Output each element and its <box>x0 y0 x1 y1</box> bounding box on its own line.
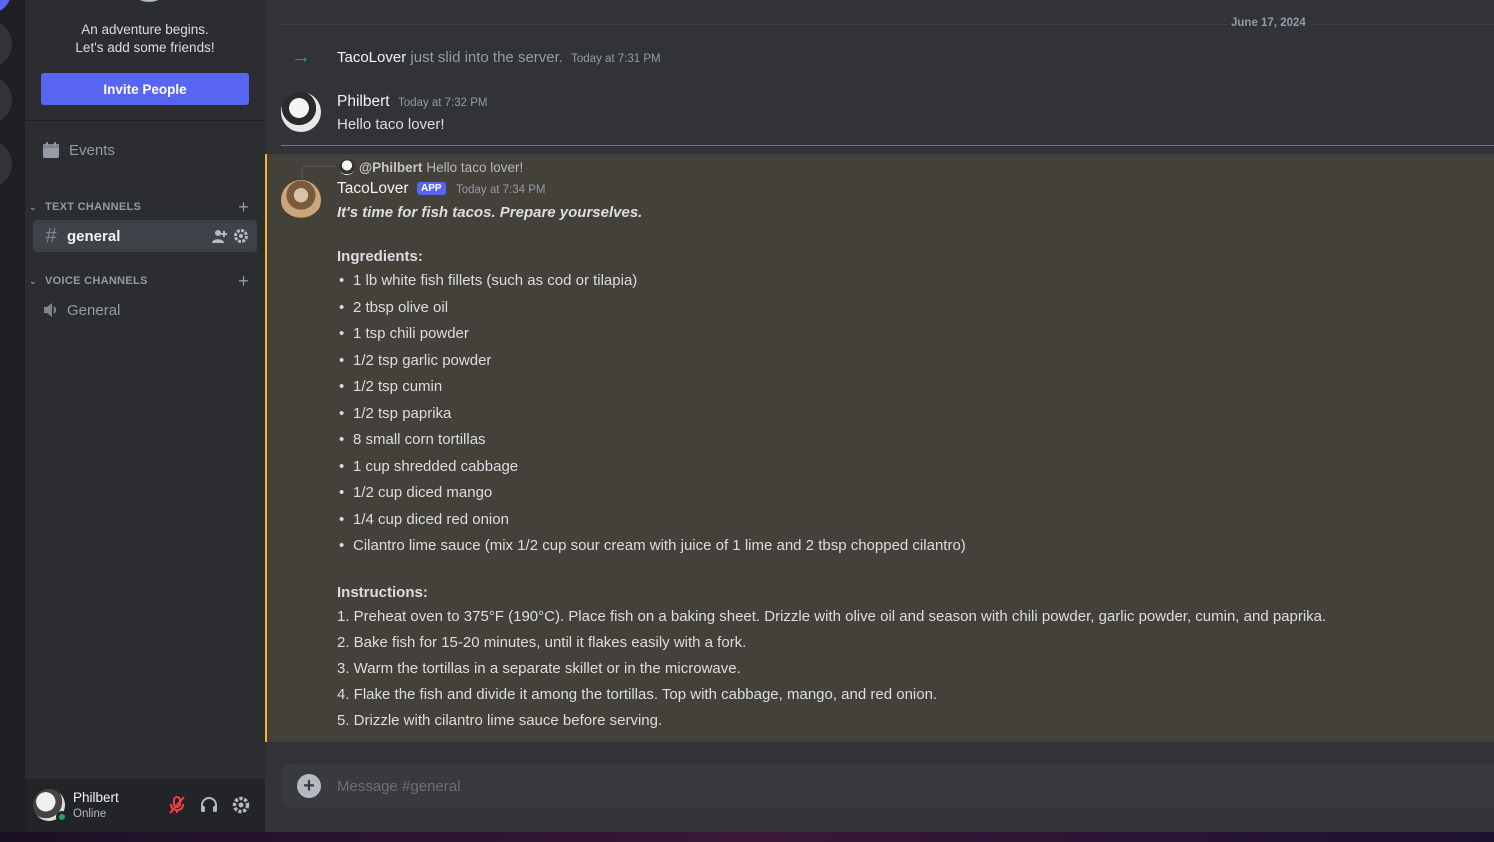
reply-preview[interactable]: @Philbert Hello taco lover! <box>339 158 523 176</box>
chat-area: June 17, 2024 → TacoLover just slid into… <box>265 0 1494 832</box>
chevron-down-icon: ⌄ <box>29 201 37 212</box>
avatar[interactable] <box>281 92 321 132</box>
server-icon[interactable] <box>0 20 12 68</box>
invite-people-button[interactable]: Invite People <box>41 73 249 105</box>
instructions-list: 1. Preheat oven to 375°F (190°C). Place … <box>337 604 1477 734</box>
user-name: Philbert <box>73 790 119 805</box>
user-panel: Philbert Online <box>25 779 265 832</box>
message-intro: It's time for fish tacos. Prepare yourse… <box>337 204 643 221</box>
category-label: TEXT CHANNELS <box>45 201 142 213</box>
message-content: It's time for fish tacos. Prepare yourse… <box>337 202 1477 734</box>
list-item: 1/2 tsp paprika <box>337 401 1477 428</box>
ingredients-heading: Ingredients: <box>337 248 423 265</box>
join-username[interactable]: TacoLover <box>337 49 406 66</box>
message-timestamp: Today at 7:32 PM <box>398 97 488 109</box>
category-text-channels[interactable]: ⌄ TEXT CHANNELS + <box>25 197 265 217</box>
join-message: → TacoLover just slid into the server. T… <box>265 46 1494 70</box>
message-author[interactable]: Philbert <box>337 93 390 110</box>
list-item: 4. Flake the fish and divide it among th… <box>337 685 938 703</box>
add-channel-icon[interactable]: + <box>238 271 249 292</box>
chevron-down-icon: ⌄ <box>29 275 37 286</box>
welcome-line-1: An adventure begins. <box>81 22 209 37</box>
date-divider <box>281 24 1494 25</box>
list-item: 5. Drizzle with cilantro lime sauce befo… <box>337 711 663 729</box>
list-item: 1/4 cup diced red onion <box>337 507 1477 534</box>
arrow-right-icon: → <box>291 46 311 68</box>
online-status-dot <box>56 811 68 823</box>
gear-icon <box>232 796 250 814</box>
list-item: 2. Bake fish for 15-20 minutes, until it… <box>337 633 747 651</box>
new-messages-divider <box>281 145 1494 146</box>
message-input[interactable] <box>337 777 1437 795</box>
user-status: Online <box>73 808 107 820</box>
list-item: Cilantro lime sauce (mix 1/2 cup sour cr… <box>337 533 1477 560</box>
mute-button[interactable] <box>164 792 190 818</box>
speaker-icon <box>44 303 56 317</box>
user-settings-button[interactable] <box>228 792 254 818</box>
add-channel-icon[interactable]: + <box>238 197 249 218</box>
message-tacolover: @Philbert Hello taco lover! TacoLover AP… <box>265 154 1494 742</box>
list-item: 1 lb white fish fillets (such as cod or … <box>337 268 1477 295</box>
events-label: Events <box>69 141 115 159</box>
welcome-text: An adventure begins. Let's add some frie… <box>25 21 265 57</box>
welcome-illustration <box>127 0 171 2</box>
avatar[interactable] <box>281 180 321 220</box>
list-item: 3. Warm the tortillas in a separate skil… <box>337 659 741 677</box>
list-item: 1/2 tsp garlic powder <box>337 348 1477 375</box>
list-item: 1/2 cup diced mango <box>337 480 1477 507</box>
hashtag-icon: # <box>45 224 57 247</box>
instructions-heading: Instructions: <box>337 583 428 601</box>
deafen-button[interactable] <box>196 792 222 818</box>
category-voice-channels[interactable]: ⌄ VOICE CHANNELS + <box>25 271 265 291</box>
reply-connector <box>301 165 335 179</box>
calendar-icon <box>43 142 59 158</box>
category-label: VOICE CHANNELS <box>45 275 148 287</box>
ingredients-list: 1 lb white fish fillets (such as cod or … <box>337 268 1477 560</box>
list-item: 1. Preheat oven to 375°F (190°C). Place … <box>337 607 1327 625</box>
welcome-line-2: Let's add some friends! <box>75 40 215 55</box>
channel-general-text[interactable]: # general <box>33 220 257 252</box>
join-timestamp: Today at 7:31 PM <box>571 53 661 65</box>
message-content: Hello taco lover! <box>337 116 445 133</box>
list-item: 2 tbsp olive oil <box>337 295 1477 322</box>
server-icon[interactable] <box>0 140 12 188</box>
server-icon[interactable] <box>0 76 12 124</box>
invite-member-icon[interactable] <box>211 228 227 244</box>
channel-name: general <box>67 227 121 245</box>
date-divider-label: June 17, 2024 <box>1227 17 1310 29</box>
list-item: 1 cup shredded cabbage <box>337 454 1477 481</box>
app-badge: APP <box>416 182 446 195</box>
channel-sidebar: An adventure begins. Let's add some frie… <box>25 0 265 832</box>
message-philbert: Philbert Today at 7:32 PM Hello taco lov… <box>265 88 1494 144</box>
events-item[interactable]: Events <box>33 136 257 164</box>
reply-text: Hello taco lover! <box>426 159 524 175</box>
message-author[interactable]: TacoLover <box>337 180 409 197</box>
gear-icon[interactable] <box>233 228 249 244</box>
server-icon-active[interactable] <box>0 0 12 14</box>
mic-muted-icon <box>169 796 185 814</box>
sidebar-divider <box>25 120 265 121</box>
message-composer: + <box>281 764 1494 808</box>
headphones-icon <box>201 797 217 812</box>
reply-author: @Philbert <box>359 159 423 175</box>
list-item: 1/2 tsp cumin <box>337 374 1477 401</box>
server-rail <box>0 0 25 832</box>
add-attachment-button[interactable]: + <box>297 774 321 798</box>
window-bottom-edge <box>0 832 1494 842</box>
message-timestamp: Today at 7:34 PM <box>455 184 546 196</box>
list-item: 8 small corn tortillas <box>337 427 1477 454</box>
avatar <box>339 159 355 175</box>
join-text: just slid into the server. <box>410 49 563 66</box>
channel-name: General <box>67 301 121 319</box>
list-item: 1 tsp chili powder <box>337 321 1477 348</box>
channel-general-voice[interactable]: General <box>33 294 257 326</box>
